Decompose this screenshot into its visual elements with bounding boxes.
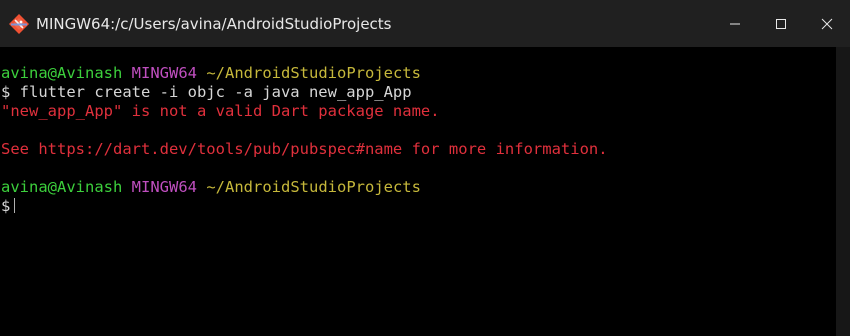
prompt-user: avina@Avinash [1,178,123,196]
error-message: "new_app_App" is not a valid Dart packag… [1,102,440,120]
title-bar[interactable]: MINGW64:/c/Users/avina/AndroidStudioProj… [0,0,850,47]
terminal-output[interactable]: avina@Avinash MINGW64 ~/AndroidStudioPro… [0,47,836,336]
prompt-env: MINGW64 [131,178,197,196]
terminal-window: MINGW64:/c/Users/avina/AndroidStudioProj… [0,0,850,336]
maximize-button[interactable] [758,0,804,47]
text-cursor [14,198,16,213]
minimize-button[interactable] [712,0,758,47]
minimize-icon [729,18,741,30]
prompt-line: avina@Avinash MINGW64 ~/AndroidStudioPro… [0,64,836,83]
prompt-line: avina@Avinash MINGW64 ~/AndroidStudioPro… [0,178,836,197]
command-line: $ flutter create -i objc -a java new_app… [1,83,412,101]
input-line[interactable]: $ [0,197,836,216]
scrollbar[interactable] [836,47,850,336]
close-icon [821,18,833,30]
error-info: See https://dart.dev/tools/pub/pubspec#n… [1,140,608,158]
git-bash-icon [8,13,30,35]
maximize-icon [775,18,787,30]
prompt-env: MINGW64 [131,64,197,82]
prompt-path: ~/AndroidStudioProjects [206,64,421,82]
prompt-user: avina@Avinash [1,64,123,82]
input-prompt: $ [1,197,11,215]
prompt-path: ~/AndroidStudioProjects [206,178,421,196]
close-button[interactable] [804,0,850,47]
window-title: MINGW64:/c/Users/avina/AndroidStudioProj… [36,14,392,33]
window-controls [712,0,850,47]
